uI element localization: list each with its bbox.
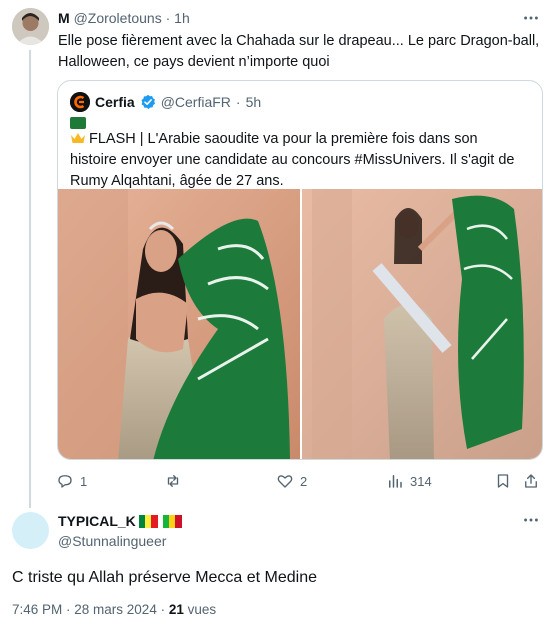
author-name[interactable]: TYPICAL_K xyxy=(58,513,136,529)
more-icon xyxy=(524,16,538,20)
tweet-text: Elle pose fièrement avec la Chahada sur … xyxy=(58,31,540,73)
senegal-flag-emoji xyxy=(138,514,158,528)
crown-emoji xyxy=(71,133,85,143)
reply-button[interactable]: 1 xyxy=(56,470,87,492)
views-label: vues xyxy=(183,602,217,617)
tweet-text-line: Elle pose fièrement avec la Chahada sur … xyxy=(58,33,540,49)
share-icon xyxy=(525,474,537,488)
tweet-text: C triste qu Allah préserve Mecca et Medi… xyxy=(12,569,318,586)
separator: · xyxy=(235,94,241,110)
quoted-text-line: histoire envoyer une candidate au concou… xyxy=(70,152,515,168)
tweet-time[interactable]: 1h xyxy=(174,10,190,26)
views-count: 21 xyxy=(168,602,184,617)
author-name[interactable]: M xyxy=(58,10,70,26)
tweet-original[interactable]: M @Zoroletouns · 1h Elle pose fièrement … xyxy=(0,0,550,508)
media-photo-1[interactable] xyxy=(58,189,300,459)
bookmark-icon xyxy=(497,474,509,488)
share-button[interactable] xyxy=(522,470,540,492)
more-icon xyxy=(524,518,538,522)
quoted-author-handle: @CerfiaFR xyxy=(160,94,231,110)
tweet-meta: 7:46 PM · 28 mars 2024 · 21 vues xyxy=(12,602,216,617)
quoted-author-name: Cerfia xyxy=(95,94,135,110)
tweet-header: M @Zoroletouns · 1h xyxy=(58,10,190,27)
tweet-reply[interactable]: TYPICAL_K @Stunnalingueer C triste qu Al… xyxy=(0,500,550,632)
thread-line xyxy=(29,50,31,508)
author-name-row: TYPICAL_K xyxy=(58,513,182,529)
separator: · xyxy=(165,10,171,26)
views-count: 314 xyxy=(410,473,432,489)
author-handle[interactable]: @Zoroletouns xyxy=(74,10,162,26)
avatar[interactable] xyxy=(12,8,49,45)
quoted-text-line: FLASH | L'Arabie saoudite va pour la pre… xyxy=(70,117,532,150)
bookmark-button[interactable] xyxy=(494,470,512,492)
saudi-flag-emoji xyxy=(70,117,86,129)
tweet-text-line: Halloween, ce pays devient n’importe quo… xyxy=(58,54,330,70)
retweet-button[interactable] xyxy=(164,470,182,492)
media-grid xyxy=(58,189,542,459)
more-button[interactable] xyxy=(521,510,541,530)
reply-icon xyxy=(58,475,72,488)
views-button[interactable]: 314 xyxy=(386,470,432,492)
tweet-timestamp[interactable]: 7:46 PM · 28 mars 2024 · xyxy=(12,602,169,617)
views-icon xyxy=(389,475,402,488)
quoted-tweet-header: Cerfia @CerfiaFR · 5h xyxy=(70,92,261,112)
retweet-icon xyxy=(167,475,179,487)
mali-flag-emoji xyxy=(162,514,182,528)
quoted-tweet-text: FLASH | L'Arabie saoudite va pour la pre… xyxy=(70,117,532,192)
like-button[interactable]: 2 xyxy=(276,470,307,492)
avatar-photo xyxy=(12,8,49,45)
like-count: 2 xyxy=(300,473,308,489)
reply-count: 1 xyxy=(80,473,88,489)
cerfia-logo xyxy=(70,92,90,112)
media-photo-2[interactable] xyxy=(302,189,542,459)
more-button[interactable] xyxy=(521,8,541,28)
quoted-tweet-time: 5h xyxy=(245,94,262,110)
like-icon xyxy=(277,475,293,488)
author-handle[interactable]: @Stunnalingueer xyxy=(58,533,166,549)
quoted-tweet[interactable]: Cerfia @CerfiaFR · 5h FLASH | L'Arabie s… xyxy=(57,80,543,460)
tweet-actions: 1 2 314 xyxy=(48,470,542,492)
verified-icon xyxy=(141,94,155,109)
avatar[interactable] xyxy=(12,512,49,549)
